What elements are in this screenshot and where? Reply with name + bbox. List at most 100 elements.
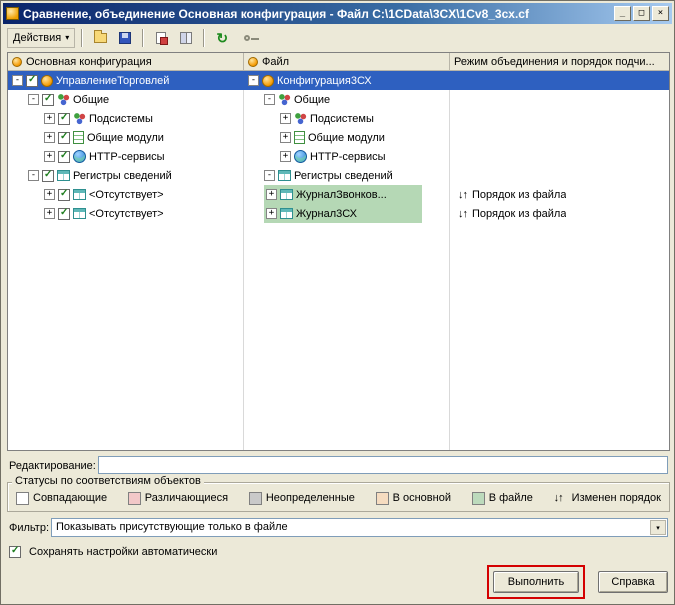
compare-report-icon: [156, 31, 169, 45]
table-row[interactable]: + ✓ <Отсутствует> + ЖурналЗвонков... ↓↑ …: [8, 185, 669, 204]
comparison-tree: Основная конфигурация Файл Режим объедин…: [7, 52, 670, 451]
expand-toggle[interactable]: +: [44, 151, 55, 162]
in-main-swatch: [375, 491, 389, 505]
include-checkbox[interactable]: ✓: [58, 188, 70, 201]
order-changed-icon: ↓↑: [458, 207, 468, 220]
legend-item-undefined: Неопределенные: [248, 491, 355, 505]
column-header-label: Файл: [262, 55, 290, 68]
legend-item-in-main: В основной: [375, 491, 451, 505]
expand-toggle[interactable]: +: [280, 151, 291, 162]
minimize-button[interactable]: _: [614, 6, 631, 21]
configuration-icon: [41, 74, 53, 87]
maximize-button[interactable]: □: [633, 6, 650, 21]
columns-button[interactable]: [175, 28, 197, 48]
expand-toggle[interactable]: -: [28, 170, 39, 181]
legend-item-different: Различающиеся: [127, 491, 229, 505]
subsystems-icon: [294, 112, 307, 125]
table-row[interactable]: - ✓ УправлениеТорговлей - Конфигурация3С…: [8, 71, 669, 90]
expand-toggle[interactable]: +: [44, 189, 55, 200]
toolbar-separator: [142, 28, 145, 47]
column-header-file[interactable]: Файл: [244, 53, 450, 70]
information-register-icon: [280, 189, 293, 200]
expand-toggle[interactable]: +: [266, 189, 277, 200]
expand-toggle[interactable]: +: [44, 132, 55, 143]
table-row[interactable]: + ✓ Общие модули + Общие модули: [8, 128, 669, 147]
close-button[interactable]: ×: [652, 6, 669, 21]
column-header-label: Режим объединения и порядок подчи...: [454, 55, 655, 68]
expand-toggle[interactable]: +: [280, 113, 291, 124]
expand-toggle[interactable]: -: [264, 170, 275, 181]
save-button[interactable]: [114, 28, 136, 48]
legend-label: Совпадающие: [33, 492, 108, 504]
expand-toggle[interactable]: -: [264, 94, 275, 105]
node-label: Подсистемы: [89, 112, 153, 125]
expand-toggle[interactable]: -: [12, 75, 23, 86]
autosave-checkbox[interactable]: ✓: [9, 545, 21, 558]
node-label: HTTP-сервисы: [89, 150, 165, 163]
include-checkbox[interactable]: ✓: [42, 169, 54, 182]
autosave-checkbox-row[interactable]: ✓ Сохранять настройки автоматически: [9, 545, 217, 558]
configuration-icon: [248, 56, 258, 67]
include-checkbox[interactable]: ✓: [58, 150, 70, 163]
columns-icon: [180, 31, 193, 44]
table-row[interactable]: + ✓ <Отсутствует> + Журнал3СХ ↓↑ Порядок…: [8, 204, 669, 223]
actions-menu-button[interactable]: Действия ▾: [7, 27, 76, 48]
column-header-main-config[interactable]: Основная конфигурация: [8, 53, 244, 70]
expand-toggle[interactable]: +: [280, 132, 291, 143]
expand-toggle[interactable]: -: [248, 75, 259, 86]
information-register-icon: [57, 170, 70, 181]
include-checkbox[interactable]: ✓: [26, 74, 38, 87]
column-header-merge-mode[interactable]: Режим объединения и порядок подчи...: [450, 53, 669, 70]
expand-toggle[interactable]: +: [44, 208, 55, 219]
filter-dropdown[interactable]: Показывать присутствующие только в файле…: [51, 518, 668, 537]
include-checkbox[interactable]: ✓: [42, 93, 54, 106]
order-changed-icon: ↓↑: [458, 188, 468, 201]
chevron-down-icon: ▾: [65, 33, 70, 42]
titlebar: Сравнение, объединение Основная конфигур…: [3, 3, 672, 24]
expand-toggle[interactable]: +: [44, 113, 55, 124]
app-icon: [6, 7, 19, 20]
compare-report-button[interactable]: [150, 28, 172, 48]
file-only-highlight: + Журнал3СХ: [264, 204, 422, 223]
order-changed-icon: ↓↑: [553, 492, 564, 504]
in-file-swatch: [471, 491, 485, 505]
expand-toggle[interactable]: -: [28, 94, 39, 105]
statuses-groupbox: Статусы по соответствиям объектов Совпад…: [7, 475, 670, 512]
include-checkbox[interactable]: ✓: [58, 112, 70, 125]
subsystems-icon: [73, 112, 86, 125]
include-checkbox[interactable]: ✓: [58, 131, 70, 144]
refresh-button[interactable]: ↻: [211, 28, 233, 48]
chevron-down-icon[interactable]: ▾: [650, 520, 666, 535]
toolbar-separator: [81, 28, 84, 47]
legend-label: Различающиеся: [144, 492, 229, 504]
node-label: Конфигурация3СХ: [277, 74, 372, 87]
table-row[interactable]: + ✓ HTTP-сервисы + HTTP-сервисы: [8, 147, 669, 166]
open-folder-button[interactable]: [89, 28, 111, 48]
common-modules-icon: [73, 131, 84, 144]
filter-label: Фильтр:: [9, 522, 50, 534]
filter-value: Показывать присутствующие только в файле: [56, 521, 288, 533]
editing-input[interactable]: [98, 456, 668, 474]
refresh-icon: ↻: [216, 29, 229, 46]
information-register-icon: [73, 208, 86, 219]
statuses-title: Статусы по соответствиям объектов: [12, 475, 204, 487]
node-label: Общие модули: [308, 131, 385, 144]
different-swatch: [127, 491, 141, 505]
node-label: ЖурналЗвонков...: [296, 188, 387, 201]
key-button[interactable]: [236, 28, 260, 48]
file-only-highlight: + ЖурналЗвонков...: [264, 185, 422, 204]
column-header-label: Основная конфигурация: [26, 55, 152, 68]
include-checkbox[interactable]: ✓: [58, 207, 70, 220]
configuration-icon: [262, 74, 274, 87]
table-row[interactable]: - ✓ Регистры сведений - Регистры сведени…: [8, 166, 669, 185]
table-row[interactable]: + ✓ Подсистемы + Подсистемы: [8, 109, 669, 128]
node-label: Регистры сведений: [294, 169, 393, 182]
node-label: Регистры сведений: [73, 169, 172, 182]
configuration-icon: [12, 56, 22, 67]
legend-item-matching: Совпадающие: [16, 491, 108, 505]
table-row[interactable]: - ✓ Общие - Общие: [8, 90, 669, 109]
help-button[interactable]: Справка: [598, 571, 668, 593]
execute-button[interactable]: Выполнить: [493, 571, 579, 593]
expand-toggle[interactable]: +: [266, 208, 277, 219]
dialog-window: Сравнение, объединение Основная конфигур…: [0, 0, 675, 605]
